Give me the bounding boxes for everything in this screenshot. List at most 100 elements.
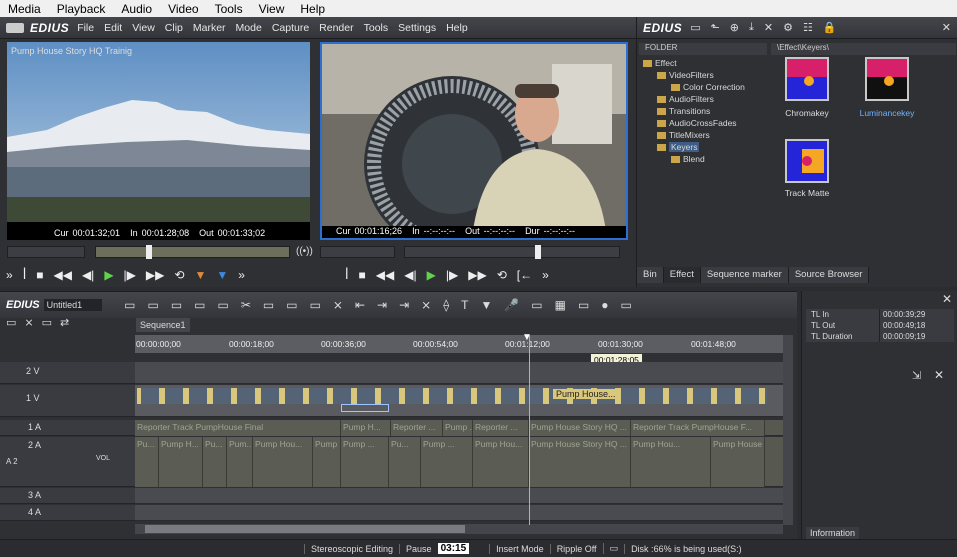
step-back-icon[interactable]: ◀| xyxy=(82,268,94,282)
tree-item[interactable]: Transitions xyxy=(643,105,745,117)
chromakey-label[interactable]: Chromakey xyxy=(772,108,842,118)
rec-rewind-icon[interactable]: ◀◀ xyxy=(376,268,394,282)
playhead-marker-icon[interactable]: ▼ xyxy=(522,332,532,343)
tab-bin[interactable]: Bin xyxy=(637,267,664,283)
lock-icon[interactable]: 🔒 xyxy=(823,21,837,34)
import-icon[interactable]: ⤓ xyxy=(749,21,754,34)
track-4a[interactable]: 4 A xyxy=(0,505,135,521)
audio-clip[interactable]: Pump ... xyxy=(313,437,341,487)
track-1v[interactable]: 1 V xyxy=(0,385,135,417)
timeline-tools-icons[interactable]: ▭▭▭▭▭✂▭▭▭⨯⇤⇥⇥⨯⟠T▼🎤▭▦▭●▭ xyxy=(124,298,644,312)
lane-1v[interactable]: Pump House... xyxy=(135,385,783,417)
recorder-monitor[interactable]: Cur 00:01:16;26 In --:--:--:-- Out --:--:--… xyxy=(320,42,628,252)
menu-view[interactable]: View xyxy=(251,2,293,16)
audio-clip[interactable]: Pu... xyxy=(135,437,159,487)
menu-help[interactable]: Help xyxy=(292,2,333,16)
track-matte-label[interactable]: Track Matte xyxy=(772,188,842,198)
menu-render[interactable]: Render xyxy=(319,22,353,34)
add-icon[interactable]: ⊕ xyxy=(730,21,739,34)
tab-sequence-marker[interactable]: Sequence marker xyxy=(700,267,789,283)
rec-mark-in-icon[interactable]: ꟾ xyxy=(345,268,349,282)
more-icon[interactable]: » xyxy=(238,268,245,282)
audio-clip[interactable]: Pump H... xyxy=(159,437,203,487)
audio-clip[interactable]: Pump ... xyxy=(443,420,473,436)
audio-clip[interactable]: Pu... xyxy=(389,437,421,487)
audio-clip[interactable]: Pum... xyxy=(227,437,253,487)
audio-clip[interactable]: Reporter ... xyxy=(391,420,443,436)
rec-loop-icon[interactable]: ⟲ xyxy=(497,268,507,282)
audio-clip[interactable]: Pump Hou... xyxy=(631,437,711,487)
rec-step-forward-icon[interactable]: |▶ xyxy=(446,268,458,282)
fast-forward-icon[interactable]: ▶▶ xyxy=(146,268,164,282)
tree-item[interactable]: TitleMixers xyxy=(643,129,745,141)
overwrite-icon[interactable]: ▼ xyxy=(216,268,228,282)
info-close-icon[interactable]: ✕ xyxy=(942,292,952,306)
audio-clip[interactable]: Pump House S... xyxy=(711,437,765,487)
audio-clip[interactable]: Pump House Story HQ ... xyxy=(529,420,631,436)
menu-view[interactable]: View xyxy=(132,22,155,34)
menu-audio[interactable]: Audio xyxy=(113,2,160,16)
playhead-line[interactable] xyxy=(529,335,530,525)
player-monitor[interactable]: Pump House Story HQ Trainig Cur 00:01:32;… xyxy=(7,42,310,240)
audio-clip[interactable]: Pump Hou... xyxy=(253,437,313,487)
vol-label[interactable]: VOL xyxy=(96,455,110,462)
tab-source-browser[interactable]: Source Browser xyxy=(788,267,870,283)
recorder-shuttle-slider[interactable] xyxy=(320,246,395,258)
info-tab[interactable]: Information xyxy=(806,527,860,539)
audio-clip[interactable]: Pump H... xyxy=(341,420,391,436)
track-matte-thumbnail[interactable] xyxy=(785,139,829,183)
menu-marker[interactable]: Marker xyxy=(193,22,226,34)
rec-extract-icon[interactable]: [← xyxy=(517,268,532,282)
horizontal-scrollbar[interactable] xyxy=(135,524,783,534)
close-icon[interactable]: ✕ xyxy=(942,21,951,34)
timeline-mode-icons[interactable]: ▭⨯▭⇄ xyxy=(6,316,77,329)
audio-clip[interactable]: Pump ... xyxy=(421,437,473,487)
menu-edit[interactable]: Edit xyxy=(104,22,122,34)
track-1a[interactable]: 1 A xyxy=(0,420,135,436)
audio-clip[interactable]: Pump House Story HQ ... xyxy=(529,437,631,487)
insert-mode-status[interactable]: Insert Mode xyxy=(489,543,550,554)
step-forward-icon[interactable]: |▶ xyxy=(124,268,136,282)
menu-tools[interactable]: Tools xyxy=(364,22,389,34)
menu-capture[interactable]: Capture xyxy=(272,22,309,34)
ripple-status[interactable]: Ripple Off xyxy=(549,543,603,554)
audio-clip[interactable]: Reporter Track PumpHouse F... xyxy=(631,420,765,436)
tree-item[interactable]: AudioFilters xyxy=(643,93,745,105)
time-ruler[interactable]: 00:00:00;00 00:00:18;00 00:00:36;00 00:0… xyxy=(135,335,783,353)
loop-icon[interactable]: ((•)) xyxy=(296,246,313,257)
tree-item[interactable]: Effect xyxy=(643,57,745,69)
lane-1a[interactable]: Reporter Track PumpHouse Final Pump H...… xyxy=(135,420,783,436)
track-2v[interactable]: 2 V xyxy=(0,362,135,384)
selected-clip[interactable] xyxy=(341,404,389,412)
audio-clip[interactable]: Reporter Track PumpHouse Final xyxy=(135,420,341,436)
chromakey-thumbnail[interactable] xyxy=(785,57,829,101)
vertical-scrollbar[interactable] xyxy=(783,335,793,525)
rec-more-icon[interactable]: » xyxy=(542,268,549,282)
insert-icon[interactable]: ▼ xyxy=(194,268,206,282)
player-position-handle[interactable] xyxy=(146,245,152,259)
expand-icon[interactable]: » xyxy=(6,268,13,282)
menu-media[interactable]: Media xyxy=(0,2,49,16)
menu-video[interactable]: Video xyxy=(160,2,206,16)
video-clip-strip[interactable] xyxy=(137,388,767,404)
menu-settings[interactable]: Settings xyxy=(398,22,436,34)
rec-play-icon[interactable]: ▶ xyxy=(427,268,436,282)
rewind-icon[interactable]: ◀◀ xyxy=(53,268,71,282)
menu-playback[interactable]: Playback xyxy=(49,2,114,16)
scroll-thumb[interactable] xyxy=(145,525,465,533)
luminancekey-label[interactable]: Luminancekey xyxy=(852,108,922,118)
player-shuttle-slider[interactable] xyxy=(7,246,85,258)
up-folder-icon[interactable]: ⬑ xyxy=(711,21,720,34)
info-close2-icon[interactable]: ✕ xyxy=(934,368,944,382)
rec-stop-icon[interactable]: ■ xyxy=(359,268,366,282)
view-icon[interactable]: ☷ xyxy=(803,21,813,34)
menu-file[interactable]: File xyxy=(77,22,94,34)
menu-tools[interactable]: Tools xyxy=(207,2,251,16)
loop-play-icon[interactable]: ⟲ xyxy=(174,268,184,282)
properties-icon[interactable]: ⚙ xyxy=(783,21,793,34)
menu-mode[interactable]: Mode xyxy=(236,22,262,34)
tree-item[interactable]: VideoFilters xyxy=(643,69,745,81)
player-position-slider[interactable] xyxy=(95,245,290,259)
info-pin-icon[interactable]: ⇲ xyxy=(912,369,921,382)
lane-2v[interactable] xyxy=(135,362,783,384)
